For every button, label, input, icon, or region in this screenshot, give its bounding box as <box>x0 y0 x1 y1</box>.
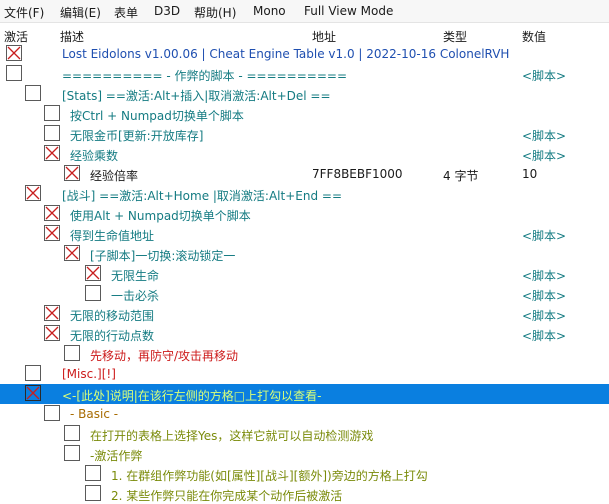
row-description: 得到生命值地址 <box>70 229 155 243</box>
active-checkbox[interactable] <box>44 225 60 241</box>
table-row[interactable]: [Stats] ==激活:Alt+插入|取消激活:Alt+Del == <box>0 84 609 104</box>
active-checkbox[interactable] <box>6 45 22 61</box>
row-value: <脚本> <box>522 289 567 303</box>
active-checkbox[interactable] <box>85 285 101 301</box>
table-row[interactable]: 得到生命值地址 <脚本> <box>0 224 609 244</box>
active-checkbox[interactable] <box>64 345 80 361</box>
active-checkbox[interactable] <box>85 485 101 501</box>
active-checkbox[interactable] <box>64 165 80 181</box>
active-checkbox[interactable] <box>64 245 80 261</box>
row-description: 无限生命 <box>111 269 160 283</box>
table-row[interactable]: 无限的行动点数 <脚本> <box>0 324 609 344</box>
table-row[interactable]: [子脚本]一切换:滚动锁定一 <box>0 244 609 264</box>
table-row[interactable]: 经验倍率 7FF8BEBF1000 4 字节 10 <box>0 164 609 184</box>
active-checkbox[interactable] <box>44 105 60 121</box>
row-description: 经验乘数 <box>70 149 119 163</box>
active-checkbox[interactable] <box>64 445 80 461</box>
table-row[interactable]: 一击必杀 <脚本> <box>0 284 609 304</box>
active-checkbox[interactable] <box>64 425 80 441</box>
row-description: [子脚本]一切换:滚动锁定一 <box>90 249 236 263</box>
table-row[interactable]: 无限金币[更新:开放库存] <脚本> <box>0 124 609 144</box>
menu-d3d[interactable]: D3D <box>154 4 180 18</box>
row-description: Lost Eidolons v1.00.06 | Cheat Engine Ta… <box>62 47 510 61</box>
table-row[interactable]: Lost Eidolons v1.00.06 | Cheat Engine Ta… <box>0 44 609 64</box>
table-row[interactable]: 在打开的表格上选择Yes，这样它就可以自动检测游戏 <box>0 424 609 444</box>
row-description: 1. 在群组作弊功能(如[属性][战斗][额外])旁边的方格上打勾 <box>111 469 428 483</box>
row-description: 按Ctrl + Numpad切换单个脚本 <box>70 109 244 123</box>
active-checkbox[interactable] <box>44 305 60 321</box>
table-row-selected[interactable]: <-[此处]说明|在该行左侧的方格□上打勾以查看- <box>0 384 609 404</box>
column-header-description[interactable]: 描述 <box>60 28 84 45</box>
table-row[interactable]: [战斗] ==激活:Alt+Home |取消激活:Alt+End == <box>0 184 609 204</box>
table-row[interactable]: - Basic - <box>0 404 609 424</box>
table-row[interactable]: 经验乘数 <脚本> <box>0 144 609 164</box>
table-row[interactable]: -激活作弊 <box>0 444 609 464</box>
column-header-value[interactable]: 数值 <box>522 28 546 45</box>
row-value: 10 <box>522 167 538 181</box>
table-row[interactable]: 按Ctrl + Numpad切换单个脚本 <box>0 104 609 124</box>
active-checkbox[interactable] <box>44 125 60 141</box>
row-description: -激活作弊 <box>90 449 143 463</box>
row-description: 无限的行动点数 <box>70 329 155 343</box>
table-row[interactable]: 无限生命 <脚本> <box>0 264 609 284</box>
row-value: <脚本> <box>522 329 567 343</box>
active-checkbox[interactable] <box>44 205 60 221</box>
row-value: <脚本> <box>522 129 567 143</box>
menu-full-view-mode[interactable]: Full View Mode <box>304 4 393 18</box>
table-row[interactable]: ========== - 作弊的脚本 - ========== <脚本> <box>0 64 609 84</box>
menu-table[interactable]: 表单 <box>114 4 138 21</box>
row-value: <脚本> <box>522 229 567 243</box>
active-checkbox[interactable] <box>25 365 41 381</box>
row-description: 一击必杀 <box>111 289 160 303</box>
row-value: <脚本> <box>522 149 567 163</box>
row-value: <脚本> <box>522 269 567 283</box>
table-row[interactable]: 无限的移动范围 <脚本> <box>0 304 609 324</box>
active-checkbox[interactable] <box>25 385 41 401</box>
active-checkbox[interactable] <box>25 85 41 101</box>
table-row[interactable]: 1. 在群组作弊功能(如[属性][战斗][额外])旁边的方格上打勾 <box>0 464 609 484</box>
row-description: 无限的移动范围 <box>70 309 155 323</box>
row-description: [Misc.][!] <box>62 367 116 381</box>
active-checkbox[interactable] <box>25 185 41 201</box>
active-checkbox[interactable] <box>44 145 60 161</box>
row-description: [战斗] ==激活:Alt+Home |取消激活:Alt+End == <box>62 189 343 203</box>
menu-edit[interactable]: 编辑(E) <box>60 4 101 21</box>
column-header-row: 激活 描述 地址 类型 数值 <box>0 23 609 45</box>
row-description: 无限金币[更新:开放库存] <box>70 129 204 143</box>
menu-file[interactable]: 文件(F) <box>4 4 44 21</box>
row-type: 4 字节 <box>443 169 479 183</box>
row-description: 使用Alt + Numpad切换单个脚本 <box>70 209 251 223</box>
row-description: 经验倍率 <box>90 169 139 183</box>
table-row[interactable]: 2. 某些作弊只能在你完成某个动作后被激活 <box>0 484 609 504</box>
row-description: ========== - 作弊的脚本 - ========== <box>62 69 348 83</box>
row-description: <-[此处]说明|在该行左侧的方格□上打勾以查看- <box>62 389 322 403</box>
row-description: - Basic - <box>70 407 119 421</box>
active-checkbox[interactable] <box>44 325 60 341</box>
column-header-type[interactable]: 类型 <box>443 28 467 45</box>
row-address: 7FF8BEBF1000 <box>312 167 403 181</box>
table-row[interactable]: [Misc.][!] <box>0 364 609 384</box>
menu-bar: 文件(F) 编辑(E) 表单 D3D 帮助(H) Mono Full View … <box>0 0 609 23</box>
table-row[interactable]: 先移动，再防守/攻击再移动 <box>0 344 609 364</box>
column-header-active[interactable]: 激活 <box>4 28 28 45</box>
column-header-address[interactable]: 地址 <box>312 28 336 45</box>
active-checkbox[interactable] <box>85 265 101 281</box>
row-description: 在打开的表格上选择Yes，这样它就可以自动检测游戏 <box>90 429 374 443</box>
active-checkbox[interactable] <box>44 405 60 421</box>
row-description: [Stats] ==激活:Alt+插入|取消激活:Alt+Del == <box>62 89 331 103</box>
row-description: 先移动，再防守/攻击再移动 <box>90 349 239 363</box>
active-checkbox[interactable] <box>6 65 22 81</box>
menu-help[interactable]: 帮助(H) <box>194 4 236 21</box>
row-description: 2. 某些作弊只能在你完成某个动作后被激活 <box>111 489 343 503</box>
menu-mono[interactable]: Mono <box>253 4 286 18</box>
active-checkbox[interactable] <box>85 465 101 481</box>
table-row[interactable]: 使用Alt + Numpad切换单个脚本 <box>0 204 609 224</box>
row-value: <脚本> <box>522 309 567 323</box>
row-value: <脚本> <box>522 69 567 83</box>
